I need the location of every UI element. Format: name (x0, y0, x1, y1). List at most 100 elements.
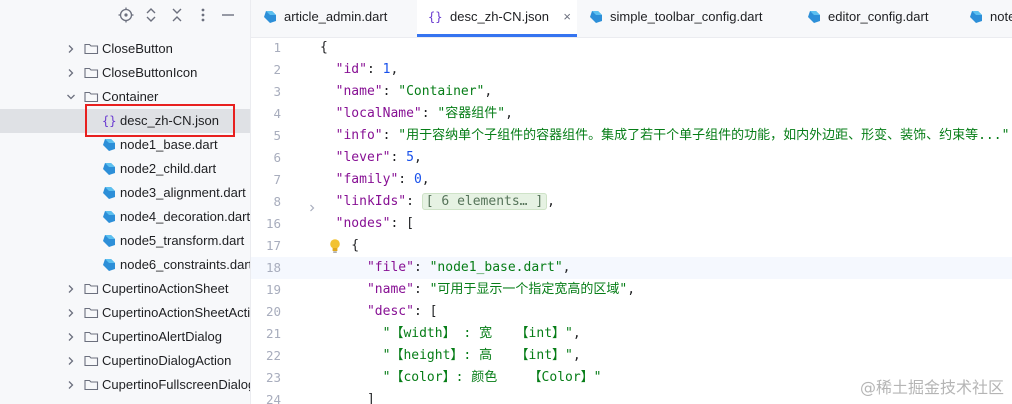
tree-item-label: CupertinoActionSheetAction (102, 305, 251, 320)
tree-folder[interactable]: CupertinoDialogAction (0, 349, 250, 373)
tree-file[interactable]: {} desc_zh-CN.json (0, 109, 250, 133)
code-line[interactable]: 19 "name": "可用于显示一个指定宽高的区域", (251, 279, 1012, 301)
code-text: { (320, 238, 360, 253)
minimize-icon[interactable] (219, 6, 237, 24)
dart-file-icon (808, 11, 820, 23)
folder-icon (84, 43, 99, 55)
code-text: "name": "可用于显示一个指定宽高的区域", (366, 282, 636, 297)
crosshair-icon[interactable] (117, 6, 135, 24)
code-line[interactable]: 16 "nodes": [ (251, 213, 1012, 235)
project-tool-window: CloseButton CloseButtonIcon Container {} des… (0, 0, 251, 404)
tree-folder[interactable]: CupertinoAlertDialog (0, 325, 250, 349)
tree-file[interactable]: node3_alignment.dart (0, 181, 250, 205)
code-line[interactable]: 6 "lever": 5, (251, 147, 1012, 169)
tree-file[interactable]: node1_base.dart (0, 133, 250, 157)
code-line[interactable]: 3 "name": "Container", (251, 81, 1012, 103)
code-editor[interactable]: 1{2 "id": 1, 3 "name": "Container", 4 "loc… (251, 38, 1012, 404)
tree-item-label: CupertinoAlertDialog (102, 329, 222, 344)
dart-file-icon (103, 259, 115, 271)
tree-file[interactable]: node6_constraints.dart (0, 253, 250, 277)
code-line[interactable]: 8 "linkIds": [ 6 elements… ], (251, 191, 1012, 213)
folder-icon (84, 355, 99, 367)
folder-icon (84, 331, 99, 343)
tree-item-label: CupertinoActionSheet (102, 281, 229, 296)
tree-folder[interactable]: Container (0, 85, 250, 109)
tree-file[interactable]: node5_transform.dart (0, 229, 250, 253)
tree-item-label: CloseButton (102, 41, 173, 56)
tree-folder[interactable]: CloseButton (0, 37, 250, 61)
code-text: "desc": [ (366, 304, 438, 319)
code-line[interactable]: 4 "localName": "容器组件", (251, 103, 1012, 125)
code-text: "linkIds": [ 6 elements… ], (335, 193, 555, 210)
tree-item-label: Container (102, 89, 159, 104)
code-line[interactable]: 21 "【width】 : 宽 【int】", (251, 323, 1012, 345)
folder-icon (84, 379, 99, 391)
project-toolbar (0, 0, 250, 33)
chevron-right-icon[interactable] (66, 356, 76, 366)
editor-tabs: article_admin.dart {} desc_zh-CN.json × … (251, 0, 1012, 38)
code-text: "【color】: 颜色 【Color】" (382, 370, 602, 385)
tab-note[interactable]: note (957, 0, 1012, 37)
line-number: 7 (273, 172, 281, 187)
line-number: 20 (265, 304, 281, 319)
line-number: 16 (265, 216, 281, 231)
code-line[interactable]: 18 "file": "node1_base.dart", (251, 257, 1012, 279)
tree-folder[interactable]: CupertinoFullscreenDialogTransition (0, 373, 250, 397)
code-text: "lever": 5, (335, 150, 422, 165)
code-text: "name": "Container", (335, 84, 493, 99)
chevron-down-icon[interactable] (66, 92, 76, 102)
code-line[interactable]: 2 "id": 1, (251, 59, 1012, 81)
line-number: 17 (265, 238, 281, 253)
folder-icon (84, 67, 99, 79)
tree-file[interactable]: node4_decoration.dart (0, 205, 250, 229)
close-icon[interactable]: × (563, 0, 571, 34)
json-file-icon: {} (102, 114, 117, 128)
code-line[interactable]: 17 { (251, 235, 1012, 257)
code-line[interactable]: 20 "desc": [ (251, 301, 1012, 323)
tree-item-label: CupertinoFullscreenDialogTransition (102, 377, 250, 392)
code-line[interactable]: 1{ (251, 38, 1012, 59)
chevron-right-icon[interactable] (66, 308, 76, 318)
code-text: "localName": "容器组件", (335, 106, 513, 121)
dart-file-icon (103, 235, 115, 247)
tree-item-label: node5_transform.dart (120, 233, 245, 248)
collapse-all-icon[interactable] (168, 6, 186, 24)
tab-editor-config[interactable]: editor_config.dart (795, 0, 965, 37)
code-text: { (320, 40, 328, 55)
line-number: 5 (273, 128, 281, 143)
code-line[interactable]: 5 "info": "用于容纳单个子组件的容器组件。集成了若干个单子组件的功能，… (251, 125, 1012, 147)
chevron-right-icon[interactable] (66, 44, 76, 54)
tree-item-label: node2_child.dart (120, 161, 217, 176)
code-line[interactable]: 22 "【height】: 高 【int】", (251, 345, 1012, 367)
chevron-right-icon[interactable] (66, 332, 76, 342)
code-line[interactable]: 7 "family": 0, (251, 169, 1012, 191)
dart-file-icon (103, 163, 115, 175)
tree-item-label: CloseButtonIcon (102, 65, 198, 80)
tab-label: note (990, 9, 1012, 24)
line-number: 6 (273, 150, 281, 165)
dart-file-icon (103, 211, 115, 223)
more-vertical-icon[interactable] (194, 6, 212, 24)
dart-file-icon (970, 11, 982, 23)
expand-all-icon[interactable] (142, 6, 160, 24)
line-number: 3 (273, 84, 281, 99)
tab-article-admin[interactable]: article_admin.dart (251, 0, 411, 37)
json-file-icon: {} (428, 10, 443, 24)
tab-desc-json[interactable]: {} desc_zh-CN.json × (417, 0, 577, 37)
tab-simple-toolbar-config[interactable]: simple_toolbar_config.dart (577, 0, 767, 37)
tree-folder[interactable]: CloseButtonIcon (0, 61, 250, 85)
tree-file[interactable]: node2_child.dart (0, 157, 250, 181)
tree-folder[interactable]: CupertinoActionSheet (0, 277, 250, 301)
tree-item-label: CupertinoDialogAction (102, 353, 232, 368)
folder-icon (84, 91, 99, 103)
chevron-right-icon[interactable] (66, 68, 76, 78)
dart-file-icon (264, 11, 276, 23)
code-text: "【height】: 高 【int】", (382, 348, 581, 363)
tree-item-label: node4_decoration.dart (120, 209, 251, 224)
chevron-right-icon[interactable] (66, 284, 76, 294)
fold-expand-icon[interactable] (308, 198, 316, 212)
line-number: 19 (265, 282, 281, 297)
tree-item-label: node6_constraints.dart (120, 257, 251, 272)
tree-folder[interactable]: CupertinoActionSheetAction (0, 301, 250, 325)
chevron-right-icon[interactable] (66, 380, 76, 390)
